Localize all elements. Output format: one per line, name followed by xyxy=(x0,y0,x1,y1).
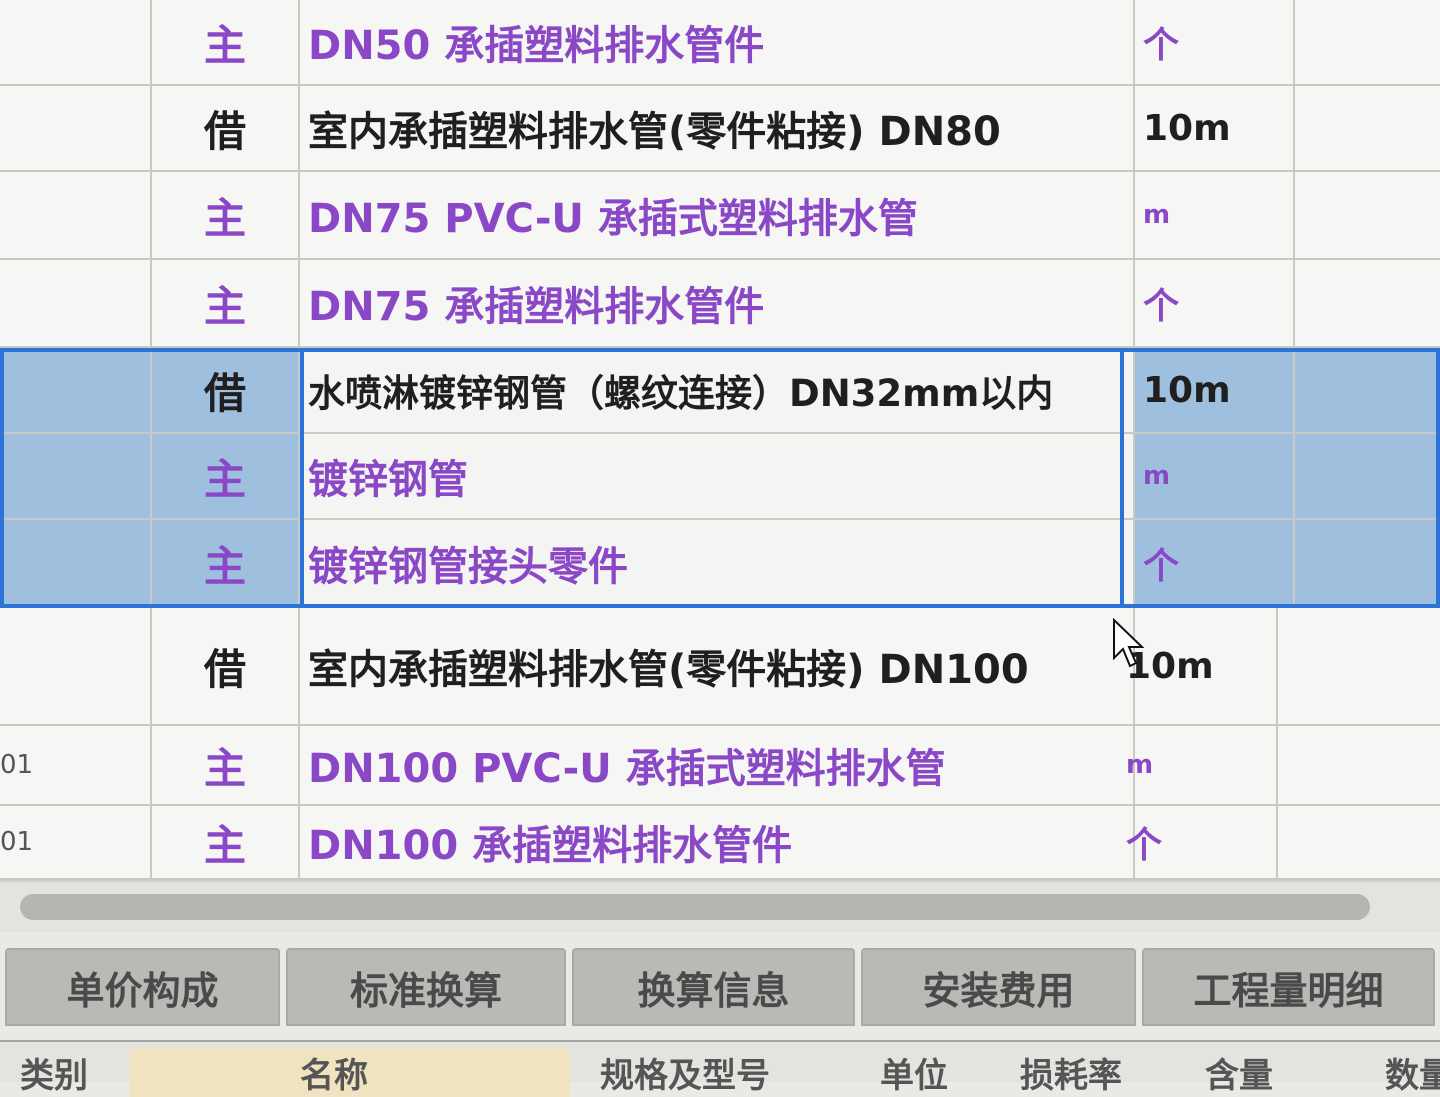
row-extra xyxy=(1295,520,1440,606)
row-extra xyxy=(1295,726,1440,804)
row-unit[interactable]: 个 xyxy=(1135,520,1295,606)
table-row[interactable]: 主 DN50 承插塑料排水管件 个 xyxy=(0,0,1440,86)
row-name[interactable]: DN75 承插塑料排水管件 xyxy=(300,260,1135,346)
row-name[interactable]: 室内承插塑料排水管(零件粘接) DN100 xyxy=(300,608,1135,724)
table-row[interactable]: 主 DN75 PVC-U 承插式塑料排水管 m xyxy=(0,172,1440,260)
horizontal-scrollbar[interactable] xyxy=(0,880,1440,932)
header-spec[interactable]: 规格及型号 xyxy=(600,1048,770,1097)
table-row-selected[interactable]: 主 镀锌钢管 m xyxy=(0,434,1440,520)
row-type: 主 xyxy=(150,260,300,346)
table-row[interactable]: 主 DN75 承插塑料排水管件 个 xyxy=(0,260,1440,348)
row-type: 借 xyxy=(150,608,300,724)
table-row-selected[interactable]: 借 水喷淋镀锌钢管（螺纹连接）DN32mm以内 10m xyxy=(0,348,1440,434)
tab-unit-price-composition[interactable]: 单价构成 xyxy=(5,948,280,1026)
row-extra xyxy=(1295,0,1440,84)
row-type: 主 xyxy=(150,172,300,258)
row-name[interactable]: DN75 PVC-U 承插式塑料排水管 xyxy=(300,172,1135,258)
row-name[interactable]: 水喷淋镀锌钢管（螺纹连接）DN32mm以内 xyxy=(300,348,1135,432)
tab-quantity-detail[interactable]: 工程量明细 xyxy=(1142,948,1435,1026)
table-row[interactable]: 01 主 DN100 PVC-U 承插式塑料排水管 m xyxy=(0,726,1440,806)
tab-conversion-info[interactable]: 换算信息 xyxy=(572,948,855,1026)
row-unit[interactable]: m xyxy=(1118,726,1278,804)
row-extra xyxy=(1295,86,1440,170)
row-extra xyxy=(1295,348,1440,432)
row-extra xyxy=(1295,806,1440,878)
row-type: 主 xyxy=(150,520,300,606)
row-code xyxy=(0,0,150,84)
row-type: 主 xyxy=(150,434,300,518)
row-name[interactable]: DN50 承插塑料排水管件 xyxy=(300,0,1135,84)
table-row[interactable]: 01 主 DN100 承插塑料排水管件 个 xyxy=(0,806,1440,880)
row-code xyxy=(0,608,150,724)
table-row[interactable]: 借 室内承插塑料排水管(零件粘接) DN80 10m xyxy=(0,86,1440,172)
scrollbar-thumb[interactable] xyxy=(20,894,1370,920)
bottom-tab-bar: 单价构成 标准换算 换算信息 安装费用 工程量明细 xyxy=(0,940,1440,1030)
header-unit[interactable]: 单位 xyxy=(880,1048,948,1097)
row-code xyxy=(0,348,150,432)
row-extra xyxy=(1295,260,1440,346)
row-code xyxy=(0,260,150,346)
row-name[interactable]: 镀锌钢管 xyxy=(300,434,1135,518)
row-code xyxy=(0,172,150,258)
row-unit[interactable]: 个 xyxy=(1135,260,1295,346)
row-type: 主 xyxy=(150,806,300,878)
row-name[interactable]: 镀锌钢管接头零件 xyxy=(300,520,1135,606)
row-unit[interactable]: 个 xyxy=(1118,806,1278,878)
mouse-pointer-icon xyxy=(1113,618,1145,668)
header-content[interactable]: 含量 xyxy=(1205,1048,1273,1097)
tab-standard-conversion[interactable]: 标准换算 xyxy=(286,948,566,1026)
header-name[interactable]: 名称 xyxy=(130,1048,570,1097)
row-unit[interactable]: m xyxy=(1135,434,1295,518)
table-row[interactable]: 借 室内承插塑料排水管(零件粘接) DN100 10m xyxy=(0,608,1440,726)
row-extra xyxy=(1295,434,1440,518)
row-code: 01 xyxy=(0,827,34,857)
row-code xyxy=(0,86,150,170)
row-unit[interactable]: m xyxy=(1135,172,1295,258)
tab-installation-fee[interactable]: 安装费用 xyxy=(861,948,1136,1026)
row-name[interactable]: 室内承插塑料排水管(零件粘接) DN80 xyxy=(300,86,1135,170)
row-extra xyxy=(1295,172,1440,258)
row-name[interactable]: DN100 PVC-U 承插式塑料排水管 xyxy=(300,726,1135,804)
row-unit[interactable]: 10m xyxy=(1135,86,1295,170)
detail-table-header: 类别 名称 规格及型号 单位 损耗率 含量 数量 xyxy=(0,1040,1440,1097)
table-row-selected[interactable]: 主 镀锌钢管接头零件 个 xyxy=(0,520,1440,608)
row-type: 主 xyxy=(150,726,300,804)
sub-item-grid[interactable]: 主 DN50 承插塑料排水管件 个 借 室内承插塑料排水管(零件粘接) DN80… xyxy=(0,0,1440,880)
row-code xyxy=(0,434,150,518)
row-code xyxy=(0,520,150,606)
header-loss-rate[interactable]: 损耗率 xyxy=(1020,1048,1122,1097)
row-name[interactable]: DN100 承插塑料排水管件 xyxy=(300,806,1135,878)
row-type: 主 xyxy=(150,0,300,84)
row-type: 借 xyxy=(150,348,300,432)
row-code: 01 xyxy=(0,750,34,780)
row-unit[interactable]: 个 xyxy=(1135,0,1295,84)
row-extra xyxy=(1295,608,1440,724)
header-quantity[interactable]: 数量 xyxy=(1385,1048,1440,1097)
row-type: 借 xyxy=(150,86,300,170)
header-category[interactable]: 类别 xyxy=(20,1048,88,1097)
row-unit[interactable]: 10m xyxy=(1135,348,1295,432)
